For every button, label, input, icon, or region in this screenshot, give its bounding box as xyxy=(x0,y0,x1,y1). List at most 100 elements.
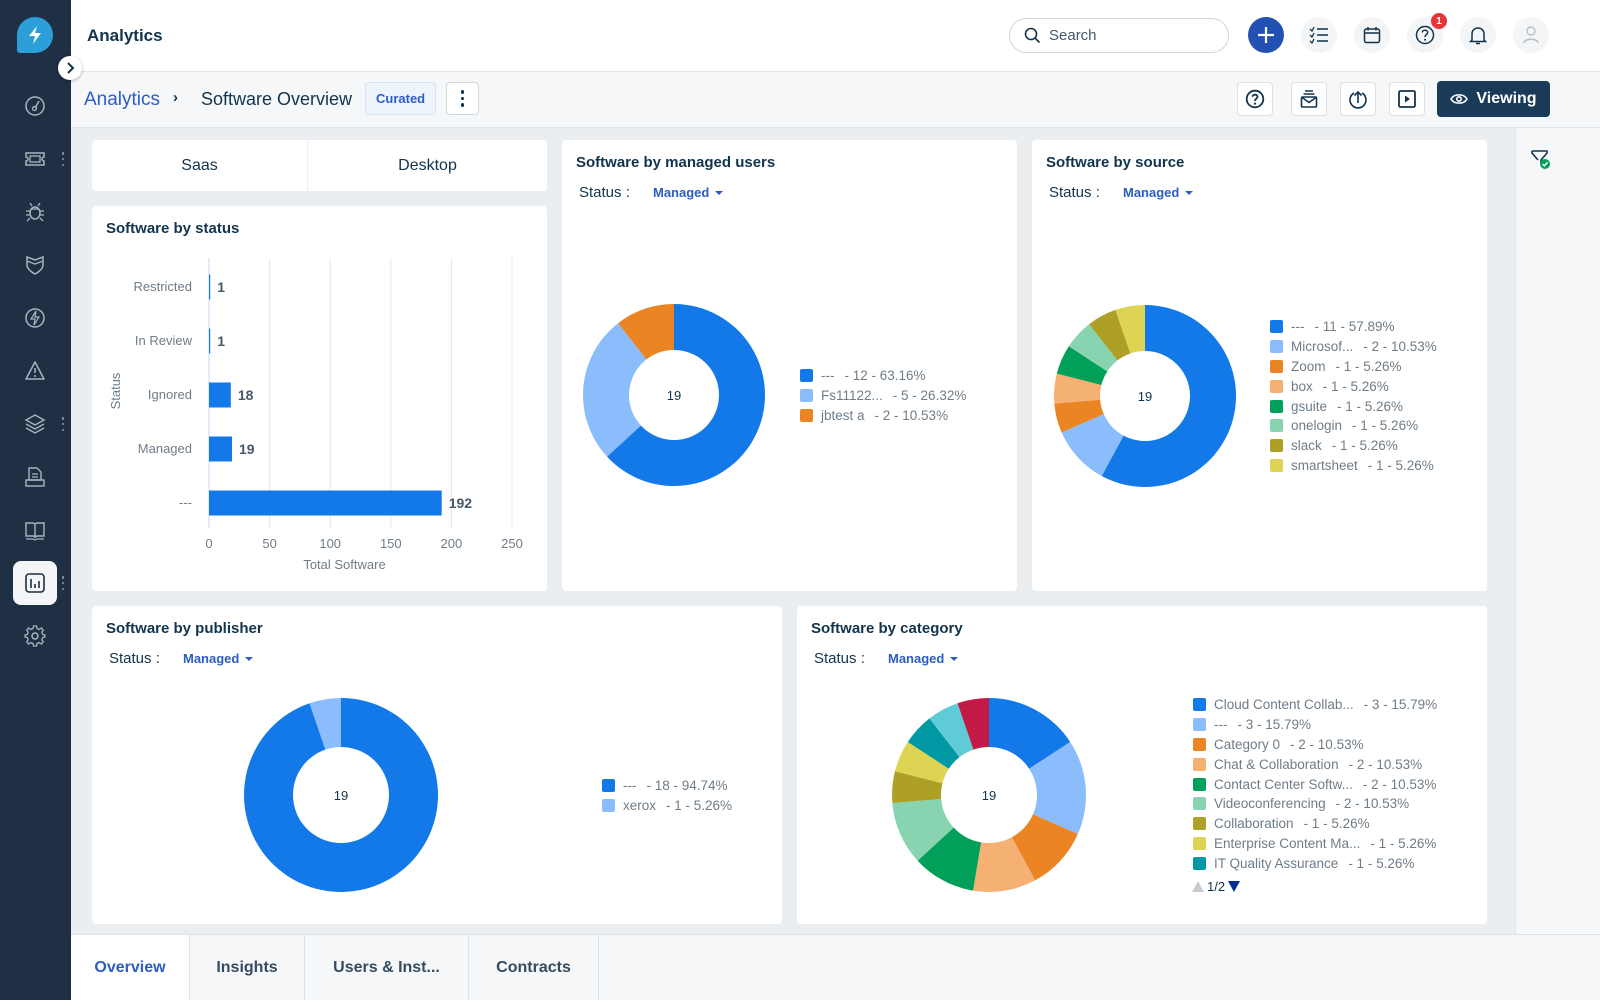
sidebar-item-solutions[interactable] xyxy=(13,508,57,552)
tab-users-installations[interactable]: Users & Inst... xyxy=(305,935,469,1000)
legend-item[interactable]: jbtest a - 2 - 10.53% xyxy=(800,406,966,426)
managed-users-legend: --- - 12 - 63.16% Fs11122... - 5 - 26.32%… xyxy=(800,366,966,425)
legend-item[interactable]: xerox - 1 - 5.26% xyxy=(602,796,732,816)
sidebar-item-problems[interactable] xyxy=(13,190,57,234)
schedule-email-button[interactable] xyxy=(1291,82,1327,116)
new-button[interactable] xyxy=(1248,17,1284,53)
lightning-logo-icon[interactable] xyxy=(17,17,53,53)
legend-item[interactable]: Videoconferencing - 2 - 10.53% xyxy=(1193,794,1437,814)
search-box[interactable] xyxy=(1009,18,1229,53)
user-avatar[interactable] xyxy=(1513,17,1549,53)
breadcrumb-analytics-link[interactable]: Analytics xyxy=(84,89,160,111)
sidebar-item-alerts[interactable] xyxy=(13,349,57,393)
legend-value: - 1 - 5.26% xyxy=(1331,438,1398,454)
sidebar-item-dashboard[interactable] xyxy=(13,84,57,128)
legend-value: - 2 - 10.53% xyxy=(1348,756,1423,772)
filter-applied-button[interactable] xyxy=(1530,148,1554,172)
legend-label: xerox xyxy=(623,798,657,814)
legend-item[interactable]: Chat & Collaboration - 2 - 10.53% xyxy=(1193,754,1437,774)
tab-desktop[interactable]: Desktop xyxy=(307,140,547,191)
sidebar-item-service-catalog[interactable] xyxy=(13,455,57,499)
legend-item[interactable]: Zoom - 1 - 5.26% xyxy=(1270,357,1437,377)
legend-item[interactable]: smartsheet - 1 - 5.26% xyxy=(1270,456,1437,476)
legend-swatch xyxy=(602,779,615,793)
more-options-button[interactable] xyxy=(446,82,479,115)
curated-badge: Curated xyxy=(365,82,437,115)
sidebar-item-menu-button[interactable] xyxy=(60,152,66,166)
source-donut-chart: 19 xyxy=(1054,305,1236,487)
legend-item[interactable]: IT Quality Assurance - 1 - 5.26% xyxy=(1193,853,1437,873)
checklist-icon xyxy=(1309,26,1328,44)
legend-item[interactable]: Collaboration - 1 - 5.26% xyxy=(1193,814,1437,834)
y-tick-label: In Review xyxy=(135,333,193,348)
tab-insights[interactable]: Insights xyxy=(190,935,305,1000)
search-input[interactable] xyxy=(1049,27,1199,44)
card-software-by-source: Software by source Status : Managed 19 -… xyxy=(1032,140,1487,591)
legend-item[interactable]: --- - 18 - 94.74% xyxy=(602,776,732,796)
bar[interactable] xyxy=(209,382,231,408)
legend-value: - 18 - 94.74% xyxy=(646,778,728,794)
sidebar-item-assets[interactable] xyxy=(13,402,57,446)
legend-item[interactable]: --- - 11 - 57.89% xyxy=(1270,317,1437,337)
tab-saas[interactable]: Saas xyxy=(92,140,307,191)
help-guide-button[interactable] xyxy=(1237,82,1273,116)
help-button[interactable]: 1 xyxy=(1407,13,1447,53)
calendar-button[interactable] xyxy=(1354,17,1390,53)
legend-value: - 5 - 26.32% xyxy=(892,388,967,404)
book-icon xyxy=(25,522,45,541)
sidebar-item-menu-button[interactable] xyxy=(60,417,66,431)
legend-item[interactable]: Microsof... - 2 - 10.53% xyxy=(1270,337,1437,357)
viewing-mode-button[interactable]: Viewing xyxy=(1437,81,1550,117)
legend-item[interactable]: Fs11122... - 5 - 26.32% xyxy=(800,386,966,406)
gear-icon xyxy=(24,625,46,647)
bar[interactable] xyxy=(209,274,211,300)
sidebar-item-analytics[interactable] xyxy=(13,561,57,605)
bar-chart-icon xyxy=(25,573,45,593)
legend-next-page-icon[interactable] xyxy=(1228,881,1241,892)
legend-value: - 1 - 5.26% xyxy=(1352,418,1419,434)
sidebar-item-changes[interactable] xyxy=(13,243,57,287)
x-axis-label: Total Software xyxy=(303,557,385,572)
present-button[interactable] xyxy=(1389,82,1425,116)
expand-sidebar-button[interactable] xyxy=(58,56,82,80)
legend-label: Contact Center Softw... xyxy=(1214,776,1353,792)
legend-item[interactable]: box - 1 - 5.26% xyxy=(1270,376,1437,396)
legend-value: - 1 - 5.26% xyxy=(1337,398,1404,414)
source-legend: --- - 11 - 57.89% Microsof... - 2 - 10.53… xyxy=(1270,317,1437,475)
bar[interactable] xyxy=(209,490,442,516)
bar[interactable] xyxy=(209,328,211,354)
legend-label: onelogin xyxy=(1291,418,1343,434)
legend-item[interactable]: Enterprise Content Ma... - 1 - 5.26% xyxy=(1193,834,1437,854)
legend-item[interactable]: onelogin - 1 - 5.26% xyxy=(1270,416,1437,436)
help-icon xyxy=(1245,89,1265,109)
legend-prev-page-icon[interactable] xyxy=(1192,881,1204,892)
legend-value: - 2 - 10.53% xyxy=(1363,339,1437,355)
legend-item[interactable]: slack - 1 - 5.26% xyxy=(1270,436,1437,456)
sidebar-item-admin[interactable] xyxy=(13,614,57,658)
legend-item[interactable]: --- - 3 - 15.79% xyxy=(1193,715,1437,735)
bell-icon xyxy=(1469,27,1487,45)
managed-users-donut-chart: 19 xyxy=(583,304,765,486)
legend-item[interactable]: gsuite - 1 - 5.26% xyxy=(1270,396,1437,416)
legend-swatch xyxy=(800,389,813,403)
legend-item[interactable]: Contact Center Softw... - 2 - 10.53% xyxy=(1193,774,1437,794)
todo-button[interactable] xyxy=(1301,17,1337,53)
legend-item[interactable]: Category 0 - 2 - 10.53% xyxy=(1193,735,1437,755)
legend-swatch xyxy=(1193,737,1206,751)
legend-item[interactable]: --- - 12 - 63.16% xyxy=(800,366,966,386)
tab-overview[interactable]: Overview xyxy=(71,935,190,1000)
notifications-button[interactable] xyxy=(1460,17,1496,53)
sidebar-item-releases[interactable] xyxy=(13,296,57,340)
legend-value: - 2 - 10.53% xyxy=(1335,796,1410,812)
legend-label: --- xyxy=(623,778,637,794)
bar[interactable] xyxy=(209,436,233,462)
mail-tray-icon xyxy=(1300,90,1318,108)
card-software-by-publisher: Software by publisher Status : Managed 1… xyxy=(92,606,782,924)
sidebar-item-tickets[interactable] xyxy=(13,137,57,181)
export-button[interactable] xyxy=(1340,82,1376,116)
donut-total-label: 19 xyxy=(1138,389,1152,404)
bottom-tabs: Overview Insights Users & Inst... Contra… xyxy=(71,934,1600,1000)
sidebar-item-menu-button[interactable] xyxy=(60,576,66,590)
tab-contracts[interactable]: Contracts xyxy=(469,935,599,1000)
legend-item[interactable]: Cloud Content Collab... - 3 - 15.79% xyxy=(1193,695,1437,715)
